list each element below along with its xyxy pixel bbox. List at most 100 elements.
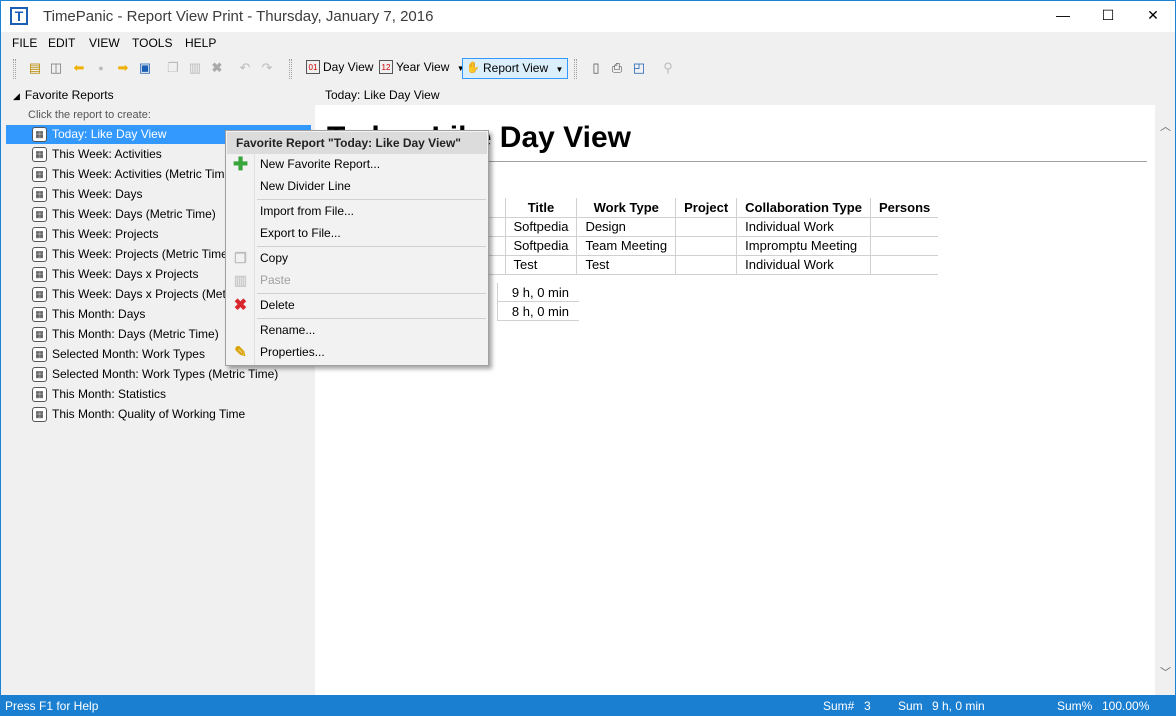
- status-help-text: Press F1 for Help: [5, 699, 99, 713]
- favorite-reports-title: Favorite Reports: [24, 88, 114, 102]
- report-icon: ▦: [32, 287, 47, 302]
- context-menu-header: Favorite Report "Today: Like Day View": [227, 132, 487, 154]
- table-cell: Design: [576, 217, 677, 237]
- report-icon: ▦: [32, 207, 47, 222]
- menu-item-label: New Divider Line: [260, 179, 351, 193]
- sum-value: 8 h, 0 min: [497, 302, 579, 321]
- menu-help[interactable]: HELP: [185, 36, 216, 50]
- preview-icon[interactable]: ◰: [631, 60, 647, 76]
- report-icon: ▦: [32, 167, 47, 182]
- sum-count-label: Sum#: [823, 699, 855, 713]
- report-view-button[interactable]: ✋ Report View ▼: [462, 58, 569, 79]
- open-icon[interactable]: ◫: [48, 60, 64, 76]
- report-item-label: This Month: Statistics: [52, 387, 167, 401]
- paste-item[interactable]: ▥ Paste: [227, 270, 487, 291]
- report-item-label: This Month: Days: [52, 307, 146, 321]
- document-title-bar: Today: Like Day View: [315, 83, 1175, 105]
- tree-hint: Click the report to create:: [28, 109, 151, 121]
- table-cell: Team Meeting: [576, 236, 677, 256]
- day-view-label: Day View: [323, 60, 374, 74]
- app-window: T TimePanic - Report View Print - Thursd…: [0, 0, 1176, 716]
- sum-count-value: 3: [864, 699, 871, 713]
- table-cell: Individual Work: [736, 217, 871, 237]
- paste-icon[interactable]: ▥: [187, 60, 203, 76]
- undo-icon[interactable]: ↶: [237, 60, 253, 76]
- column-header: Collaboration Type: [736, 198, 871, 218]
- day-view-button[interactable]: 01 Day View: [303, 58, 373, 79]
- chevron-down-icon[interactable]: ▼: [556, 65, 564, 74]
- report-item-label: This Week: Activities: [52, 147, 162, 161]
- calendar-day-icon: 01: [306, 60, 320, 74]
- delete-icon: ✖: [233, 297, 248, 314]
- sum-value: 9 h, 0 min: [497, 283, 579, 302]
- menu-tools[interactable]: TOOLS: [132, 36, 172, 50]
- context-menu: Favorite Report "Today: Like Day View" ✚…: [225, 130, 489, 366]
- properties-item[interactable]: ✎ Properties...: [227, 342, 487, 363]
- calendar-year-icon: 12: [379, 60, 393, 74]
- new-icon[interactable]: ▤: [27, 60, 43, 76]
- menu-edit[interactable]: EDIT: [48, 36, 75, 50]
- page-icon[interactable]: ▯: [588, 60, 604, 76]
- print-icon[interactable]: ⎙: [609, 60, 625, 76]
- minimize-button[interactable]: —: [1041, 1, 1085, 31]
- scroll-up-icon[interactable]: ︿: [1156, 119, 1175, 136]
- menu-bar: FILE EDIT VIEW TOOLS HELP: [1, 32, 1175, 54]
- report-item[interactable]: ▦ This Month: Statistics: [6, 385, 311, 404]
- menu-file[interactable]: FILE: [12, 36, 37, 50]
- delete-item[interactable]: ✖ Delete: [227, 295, 487, 316]
- report-item-label: This Week: Projects: [52, 227, 159, 241]
- vertical-scrollbar[interactable]: ︿ ﹀: [1156, 105, 1175, 695]
- toolbar-grip[interactable]: [574, 59, 577, 79]
- rename-item[interactable]: Rename...: [227, 320, 487, 341]
- table-cell: Test: [505, 255, 578, 275]
- favorite-reports-header[interactable]: ◢ Favorite Reports: [13, 88, 114, 102]
- import-from-file-item[interactable]: Import from File...: [227, 201, 487, 222]
- report-icon: ✋: [466, 62, 480, 74]
- copy-icon: ❐: [234, 250, 247, 266]
- forward-icon[interactable]: ➡: [115, 60, 131, 76]
- record-icon[interactable]: ●: [93, 60, 109, 76]
- menu-item-label: Copy: [260, 251, 289, 265]
- table-cell: [675, 255, 738, 275]
- back-icon[interactable]: ⬅: [71, 60, 87, 76]
- report-icon: ▦: [32, 367, 47, 382]
- toolbar: ▤ ◫ ⬅ ● ➡ ▣ ❐ ▥ ✖ ↶ ↷ 01 Day View 12 Yea…: [1, 55, 1175, 82]
- report-icon: ▦: [32, 327, 47, 342]
- table-cell: [870, 236, 939, 256]
- status-bar: Press F1 for Help Sum# 3 Sum 9 h, 0 min …: [0, 695, 1176, 716]
- report-item-label: This Week: Days: [52, 187, 143, 201]
- report-item[interactable]: ▦ This Month: Quality of Working Time: [6, 405, 311, 424]
- menu-view[interactable]: VIEW: [89, 36, 120, 50]
- toolbar-grip[interactable]: [289, 59, 292, 79]
- scroll-down-icon[interactable]: ﹀: [1156, 665, 1175, 682]
- report-item[interactable]: ▦ Selected Month: Work Types (Metric Time…: [6, 365, 311, 384]
- report-item-label: Today: Like Day View: [52, 127, 167, 141]
- table-cell: Softpedia: [505, 236, 578, 256]
- table-cell: Test: [576, 255, 677, 275]
- redo-icon[interactable]: ↷: [259, 60, 275, 76]
- report-icon: ▦: [32, 127, 47, 142]
- toolbar-grip[interactable]: [13, 59, 16, 79]
- export-to-file-item[interactable]: Export to File...: [227, 223, 487, 244]
- report-item-label: This Week: Days (Metric Time): [52, 207, 216, 221]
- collapse-arrow-icon[interactable]: ◢: [13, 91, 20, 101]
- menu-item-label: Rename...: [260, 323, 316, 337]
- report-icon: ▦: [32, 347, 47, 362]
- year-view-label: Year View: [396, 60, 450, 74]
- close-button[interactable]: ✕: [1131, 1, 1175, 31]
- copy-item[interactable]: ❐ Copy: [227, 248, 487, 269]
- menu-item-label: Import from File...: [260, 204, 355, 218]
- sum-percent-value: 100.00%: [1102, 699, 1150, 713]
- link-icon[interactable]: ⚲: [660, 60, 676, 76]
- copy-icon[interactable]: ❐: [165, 60, 181, 76]
- delete-icon[interactable]: ✖: [209, 60, 225, 76]
- column-header: Project: [675, 198, 738, 218]
- new-favorite-report-item[interactable]: ✚ New Favorite Report...: [227, 154, 487, 175]
- menu-separator: [257, 318, 486, 319]
- year-view-button[interactable]: 12 Year View ▼: [376, 58, 465, 79]
- add-icon: ✚: [232, 154, 249, 174]
- new-divider-line-item[interactable]: New Divider Line: [227, 176, 487, 197]
- report-item-label: This Week: Activities (Metric Time): [52, 167, 236, 181]
- maximize-button[interactable]: ☐: [1086, 1, 1130, 31]
- save-icon[interactable]: ▣: [137, 60, 153, 76]
